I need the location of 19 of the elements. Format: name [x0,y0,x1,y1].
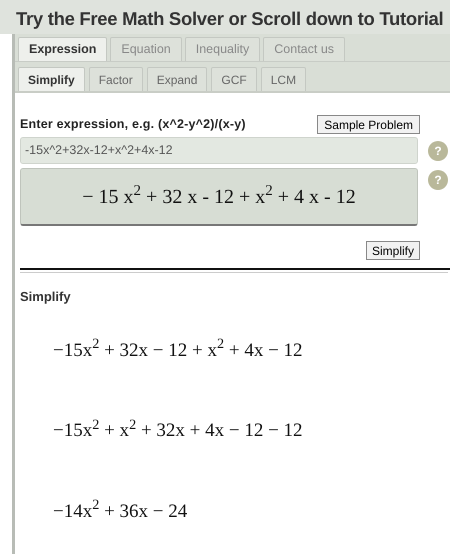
math-expression: − 15 x$^{2}$ + 32 x - 12 + x$^{2}$ + 4 x - 12 [82,182,356,210]
tab[interactable]: GCF [211,67,257,91]
input-label: Enter expression, e.g. (x^2-y^2)/(x-y) [20,116,246,134]
tab[interactable]: Contact us [263,37,346,61]
tab[interactable]: LCM [260,67,306,91]
math-expression: −15x$^{2}$ + 32x − 12 + x$^{2}$ + 4x − 12 [53,336,303,362]
simplify-button[interactable]: Simplify [366,241,420,260]
result-heading: Simplify [20,288,72,306]
math-expression: −15x$^{2}$ + x$^{2}$ + 32x + 4x − 12 − 12 [53,417,303,443]
expression-input-field[interactable]: -15x^2+32x-12+x^2+4x-12 [20,137,418,164]
tab[interactable]: Simplify [18,67,85,91]
tab[interactable]: Equation [110,37,182,61]
tab[interactable]: Expression [18,37,108,61]
math-expression: −14x$^{2}$ + 36x − 24 [53,498,188,524]
tab[interactable]: Factor [88,67,143,91]
sample-problem-button[interactable]: Sample Problem [317,115,420,134]
tab[interactable]: Expand [146,67,208,91]
page-title: Try the Free Math Solver or Scroll down to Tutorial [16,7,444,31]
tab[interactable]: Inequality [184,37,260,61]
